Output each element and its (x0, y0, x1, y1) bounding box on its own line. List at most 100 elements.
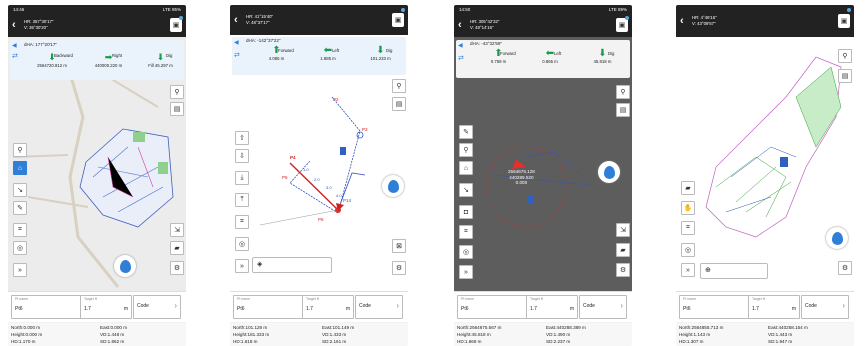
move-down-icon[interactable]: ⇩ (235, 149, 249, 163)
expand-icon[interactable]: » (681, 263, 695, 277)
direction-value: Fill 45.297 m (148, 63, 173, 68)
measure-icon[interactable]: ⇲ (170, 223, 184, 237)
target-height-field[interactable]: Target H 1.7 m (302, 295, 354, 319)
location-pin-icon[interactable]: ⚲ (616, 85, 630, 99)
stakeout-icon[interactable]: ⌂ (13, 161, 27, 175)
total-station-icon[interactable]: ▣ (170, 18, 182, 32)
back-icon[interactable]: ‹ (458, 19, 470, 31)
folder-icon[interactable]: ▰ (681, 181, 695, 195)
total-station-icon[interactable]: ▣ (392, 13, 404, 27)
expand-icon[interactable]: » (13, 263, 27, 277)
target-height-field[interactable]: Target H 1.7 m (80, 295, 132, 319)
point-name-field[interactable]: Pt name Pt6 (457, 295, 527, 319)
back-icon[interactable]: ‹ (12, 19, 24, 31)
chevron-right-icon: › (396, 301, 399, 310)
save-icon[interactable]: ▤ (392, 97, 406, 111)
save-icon[interactable]: ▤ (838, 69, 852, 83)
settings-icon[interactable]: ⚙ (838, 261, 852, 275)
map-view[interactable] (676, 37, 854, 291)
stake-coordinate-label: 2564676.128 440289.520 0.000 (508, 169, 535, 186)
stakeout-icon[interactable]: ⌂ (459, 161, 473, 175)
app-header: ‹ HR: 357°30'17" V: 36°30'20" ▣ (8, 13, 186, 37)
total-station-icon[interactable]: ▣ (838, 14, 850, 28)
speaker-icon[interactable]: ◀ (458, 42, 463, 49)
settings-icon[interactable]: ⚙ (170, 261, 184, 275)
measure-icon[interactable]: ⊠ (392, 239, 406, 253)
my-location-button[interactable] (598, 161, 620, 183)
code-field[interactable]: Code › (133, 295, 181, 319)
back-icon[interactable]: ‹ (234, 14, 246, 26)
field-value: Pt6 (461, 306, 469, 312)
vd-value: VD:1.443 m (768, 332, 793, 337)
target-height-field[interactable]: Target H 1.7 m (526, 295, 578, 319)
fit-view-icon[interactable]: ⌗ (681, 221, 695, 235)
camera-icon[interactable]: ◘ (459, 205, 473, 219)
expand-icon[interactable]: » (235, 259, 249, 273)
line-tool-icon[interactable]: ↘ (13, 183, 27, 197)
center-icon[interactable]: ◎ (459, 245, 473, 259)
measure-icon[interactable]: ⇲ (616, 223, 630, 237)
import-icon[interactable]: ⤓ (235, 171, 249, 185)
location-pin-icon[interactable]: ⚲ (170, 85, 184, 99)
fit-view-icon[interactable]: ⌗ (235, 215, 249, 229)
direction-backward: ⬇ Backward 2564720.812 m (28, 52, 76, 68)
field-value: Pt6 (237, 306, 245, 312)
target-height-field[interactable]: Target H 1.7 m (748, 295, 800, 319)
fit-view-icon[interactable]: ⌗ (459, 225, 473, 239)
my-location-button[interactable] (114, 255, 136, 277)
code-placeholder: Code (137, 303, 149, 309)
folder-icon[interactable]: ▰ (616, 243, 630, 257)
vd-value: VD:1.490 m (546, 332, 571, 337)
my-location-button[interactable] (382, 175, 404, 197)
direction-label: Dig (386, 48, 393, 53)
rotate-icon[interactable]: ⇄ (234, 51, 240, 59)
rotate-icon[interactable]: ⇄ (12, 52, 18, 60)
expand-icon[interactable]: » (459, 265, 473, 279)
layer-bar[interactable]: ◈ (252, 257, 332, 273)
settings-icon[interactable]: ⚙ (392, 261, 406, 275)
direction-label: Forward (500, 51, 516, 56)
stake-height: 0.000 (515, 180, 528, 185)
direction-label: Right (112, 53, 123, 58)
location-pin-icon[interactable]: ⚲ (838, 49, 852, 63)
save-icon[interactable]: ▤ (170, 102, 184, 116)
field-title: Pt name (683, 297, 697, 301)
center-icon[interactable]: ◎ (681, 243, 695, 257)
folder-icon[interactable]: ▰ (170, 241, 184, 255)
move-up-icon[interactable]: ⇧ (235, 131, 249, 145)
fit-view-icon[interactable]: ⌗ (13, 223, 27, 237)
hand-icon[interactable]: ✋ (681, 201, 695, 215)
rotate-icon[interactable]: ⇄ (458, 54, 464, 62)
code-field[interactable]: Code › (355, 295, 403, 319)
target-icon[interactable]: ⚲ (13, 143, 27, 157)
edit-icon[interactable]: ✎ (459, 125, 473, 139)
location-pin-icon[interactable]: ⚲ (392, 79, 406, 93)
layer-bar[interactable]: ⊕ (700, 263, 768, 279)
code-field[interactable]: Code › (579, 295, 627, 319)
my-location-button[interactable] (826, 227, 848, 249)
back-icon[interactable]: ‹ (680, 15, 692, 27)
point-label: 1.0 (303, 167, 309, 172)
target-icon[interactable]: ⚲ (459, 143, 473, 157)
v-readout: V: 48°14'16" (470, 25, 494, 30)
code-field[interactable]: Code › (801, 295, 849, 319)
point-label: P14 (343, 198, 352, 203)
point-name-field[interactable]: Pt name Pt6 (11, 295, 81, 319)
edit-icon[interactable]: ✎ (13, 201, 27, 215)
speaker-icon[interactable]: ◀ (12, 42, 17, 49)
field-title: Target H (752, 297, 766, 301)
line-tool-icon[interactable]: ↘ (459, 183, 473, 197)
point-name-field[interactable]: Pt name Pt6 (679, 295, 749, 319)
field-value: 1.7 (306, 306, 313, 312)
hd-value: HD:1.307 m (679, 339, 704, 344)
signal-icon (625, 16, 629, 20)
settings-icon[interactable]: ⚙ (616, 263, 630, 277)
speaker-icon[interactable]: ◀ (234, 39, 239, 46)
total-station-icon[interactable]: ▣ (616, 18, 628, 32)
save-icon[interactable]: ▤ (616, 103, 630, 117)
direction-value: 0.759 m (490, 59, 507, 64)
center-icon[interactable]: ◎ (13, 241, 27, 255)
point-name-field[interactable]: Pt name Pt6 (233, 295, 303, 319)
export-icon[interactable]: ⤒ (235, 193, 249, 207)
center-icon[interactable]: ◎ (235, 237, 249, 251)
